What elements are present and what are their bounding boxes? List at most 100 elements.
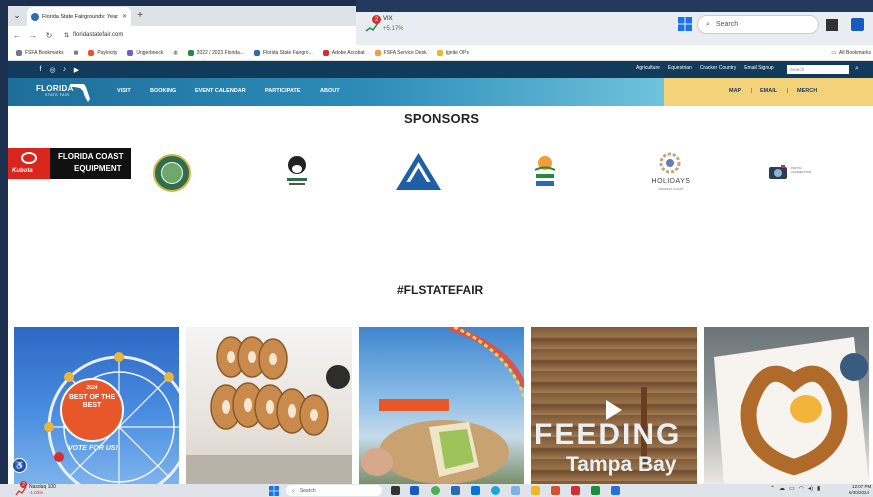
nav-event-calendar[interactable]: EVENT CALENDAR — [195, 88, 246, 94]
link-equestrian[interactable]: Equestrian — [668, 65, 692, 71]
link-agriculture[interactable]: Agriculture — [636, 65, 660, 71]
accessibility-icon[interactable]: ♿ — [12, 458, 27, 473]
nav-email[interactable]: EMAIL — [760, 88, 777, 94]
link-cracker-country[interactable]: Cracker Country — [700, 65, 736, 71]
bookmark-ignite[interactable]: Ignite OPs — [436, 49, 469, 56]
sponsor-fresh-from-florida-logo[interactable] — [531, 153, 559, 191]
sponsor-camera-text: PHOTO CONNECTION — [791, 166, 812, 174]
bookmark-florida-2022[interactable]: 2022 / 2023 Florida... — [187, 49, 244, 56]
powerpoint-icon[interactable] — [551, 486, 560, 495]
nav-separator: | — [787, 88, 789, 94]
sponsor-dairy-cow-logo[interactable] — [284, 154, 310, 190]
taskbar-search-box[interactable]: ⌕ Search — [286, 485, 382, 496]
clock-date[interactable]: 6/30/2024 — [849, 490, 869, 495]
pretzel-illustration — [714, 337, 869, 484]
instagram-tile-fair-food[interactable] — [359, 327, 524, 484]
system-tray: ⌃ ☁ ▭ ◠ ◂) ▮ — [770, 485, 820, 492]
bookmark-acrobat[interactable]: Adobe Acrobat — [322, 49, 365, 56]
fairgrounds-icon — [253, 49, 260, 56]
florida-state-fair-logo[interactable]: FLORIDA STATE FAIR — [36, 81, 94, 103]
display-icon[interactable]: ▭ — [789, 485, 795, 492]
settings-gear-icon[interactable] — [511, 486, 520, 495]
url-text: floridastatefair.com — [73, 32, 124, 38]
nav-booking[interactable]: BOOKING — [150, 88, 176, 94]
bookmark-ungerboeck[interactable]: Ungerboeck — [127, 49, 163, 56]
sponsor-florida-coast-equipment[interactable]: Kubota FLORIDA COAST EQUIPMENT — [8, 148, 131, 179]
windows-start-icon[interactable] — [678, 17, 692, 31]
instagram-icon[interactable]: ◎ — [48, 65, 57, 74]
sponsor-holidays-logo[interactable]: HOLIDAYS MIDWEST COAST — [645, 152, 697, 192]
nav-participate[interactable]: PARTICIPATE — [265, 88, 300, 94]
edge-icon[interactable] — [491, 486, 500, 495]
nav-visit[interactable]: VISIT — [117, 88, 131, 94]
tab-search-chevron-icon[interactable]: ⌄ — [10, 8, 24, 22]
folder-icon — [16, 49, 22, 56]
all-bookmarks-button[interactable]: ▭ All Bookmarks — [831, 45, 873, 61]
store-icon[interactable] — [471, 486, 480, 495]
instagram-tile-pretzel[interactable] — [704, 327, 869, 484]
browser-tab-active[interactable]: Florida State Fairgrounds: Year R ✕ — [27, 7, 131, 26]
volume-icon[interactable]: ◂) — [808, 485, 813, 492]
sponsor-state-seal[interactable] — [153, 154, 191, 192]
index-change: -1.03% — [29, 490, 44, 495]
outlook-icon[interactable] — [851, 18, 864, 31]
facebook-icon[interactable]: f — [36, 65, 45, 74]
bookmark-paylocity[interactable]: Paylocity — [88, 49, 117, 56]
holidays-emblem-icon — [659, 152, 681, 174]
address-input[interactable]: ⇅ floridastatefair.com — [64, 29, 123, 41]
best-of-the-best-badge: 2024 BEST OF THE BEST — [60, 378, 124, 442]
excel-icon[interactable] — [591, 486, 600, 495]
bookmark-fairgrounds[interactable]: Florida State Fairgro... — [253, 49, 313, 56]
tab-title: Florida State Fairgrounds: Year R — [42, 13, 119, 20]
logo-text: FLORIDA — [36, 84, 74, 93]
outlook-icon[interactable] — [410, 486, 419, 495]
windows-search-box[interactable]: ⌕ Search — [697, 15, 819, 34]
link-email-signup[interactable]: Email Signup — [744, 65, 773, 71]
site-search-input[interactable]: Search — [787, 65, 849, 74]
tiktok-icon[interactable]: ♪ — [60, 65, 69, 74]
onedrive-icon[interactable]: ☁ — [779, 485, 785, 492]
instagram-tile-donuts[interactable] — [186, 327, 352, 484]
vote-for-us-text: VOTE FOR US! — [68, 445, 118, 452]
bookmark-fsfa[interactable]: FSFA Bookmarks — [16, 49, 64, 56]
globe-icon[interactable]: ◍ — [173, 50, 177, 56]
task-view-icon[interactable] — [391, 486, 400, 495]
address-toolbar — [8, 26, 356, 45]
stock-ticker[interactable]: VIX — [383, 16, 393, 22]
sponsor-farm-bureau-logo[interactable] — [395, 152, 442, 192]
nav-merch[interactable]: MERCH — [797, 88, 817, 94]
site-settings-icon[interactable]: ⇅ — [64, 32, 69, 39]
acrobat-icon — [322, 49, 329, 56]
reload-icon[interactable]: ↻ — [43, 29, 55, 41]
paylocity-icon — [88, 49, 95, 56]
video-play-icon[interactable] — [606, 400, 622, 420]
close-tab-icon[interactable]: ✕ — [122, 13, 127, 20]
search-icon[interactable]: ⌕ — [852, 64, 862, 74]
file-explorer-icon[interactable] — [531, 486, 540, 495]
nav-about[interactable]: ABOUT — [320, 88, 340, 94]
forward-arrow-icon[interactable]: → — [27, 29, 39, 41]
apps-grid-icon[interactable]: ▦ — [74, 50, 79, 56]
notification-badge: 2 — [372, 15, 381, 24]
acrobat-icon[interactable] — [571, 486, 580, 495]
sponsor-name-line2: EQUIPMENT — [74, 164, 122, 173]
youtube-icon[interactable]: ▶ — [72, 65, 81, 74]
app-taskbar-icon[interactable] — [826, 19, 838, 31]
teams-icon[interactable] — [451, 486, 460, 495]
back-arrow-icon[interactable]: ← — [11, 29, 23, 41]
chrome-icon[interactable] — [431, 486, 440, 495]
new-tab-plus-icon[interactable]: + — [134, 9, 146, 21]
bookmark-service-desk[interactable]: FSFA Service Desk — [374, 49, 427, 56]
clock-time[interactable]: 12:07 PM — [852, 484, 871, 489]
windows-start-icon[interactable] — [269, 486, 279, 496]
logo-subtext: STATE FAIR — [45, 93, 70, 97]
sponsor-camera-icon[interactable] — [768, 164, 788, 180]
fair-food-illustration — [361, 327, 524, 484]
service-desk-icon — [374, 49, 381, 56]
chevron-up-icon[interactable]: ⌃ — [770, 485, 775, 492]
nav-map[interactable]: MAP — [729, 88, 741, 94]
wifi-icon[interactable]: ◠ — [799, 485, 804, 492]
seal-icon — [161, 162, 183, 184]
battery-icon[interactable]: ▮ — [817, 485, 820, 492]
word-icon[interactable] — [611, 486, 620, 495]
